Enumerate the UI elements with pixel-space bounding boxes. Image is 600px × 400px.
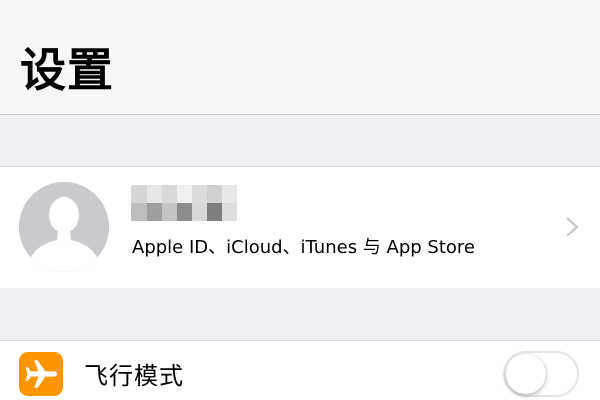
toggle-knob	[506, 354, 546, 394]
account-name-redacted	[131, 185, 237, 221]
person-silhouette-icon	[19, 182, 109, 272]
chevron-right-icon	[566, 217, 580, 237]
settings-screen: 设置 Apple ID、iCloud、iTunes 与 App Store 飞行…	[0, 0, 600, 400]
avatar	[19, 182, 109, 272]
page-title: 设置	[20, 43, 114, 97]
airplane-icon	[19, 352, 63, 396]
account-subtitle: Apple ID、iCloud、iTunes 与 App Store	[132, 237, 475, 258]
airplane-mode-toggle[interactable]	[503, 351, 579, 397]
pixelated-name-redaction	[131, 185, 237, 221]
airplane-mode-label: 飞行模式	[84, 362, 184, 390]
airplane-mode-cell: 飞行模式	[0, 340, 600, 400]
navigation-bar: 设置	[0, 0, 600, 115]
section-spacer	[0, 115, 600, 166]
apple-id-account-cell[interactable]: Apple ID、iCloud、iTunes 与 App Store	[0, 166, 600, 289]
section-spacer	[0, 288, 600, 340]
